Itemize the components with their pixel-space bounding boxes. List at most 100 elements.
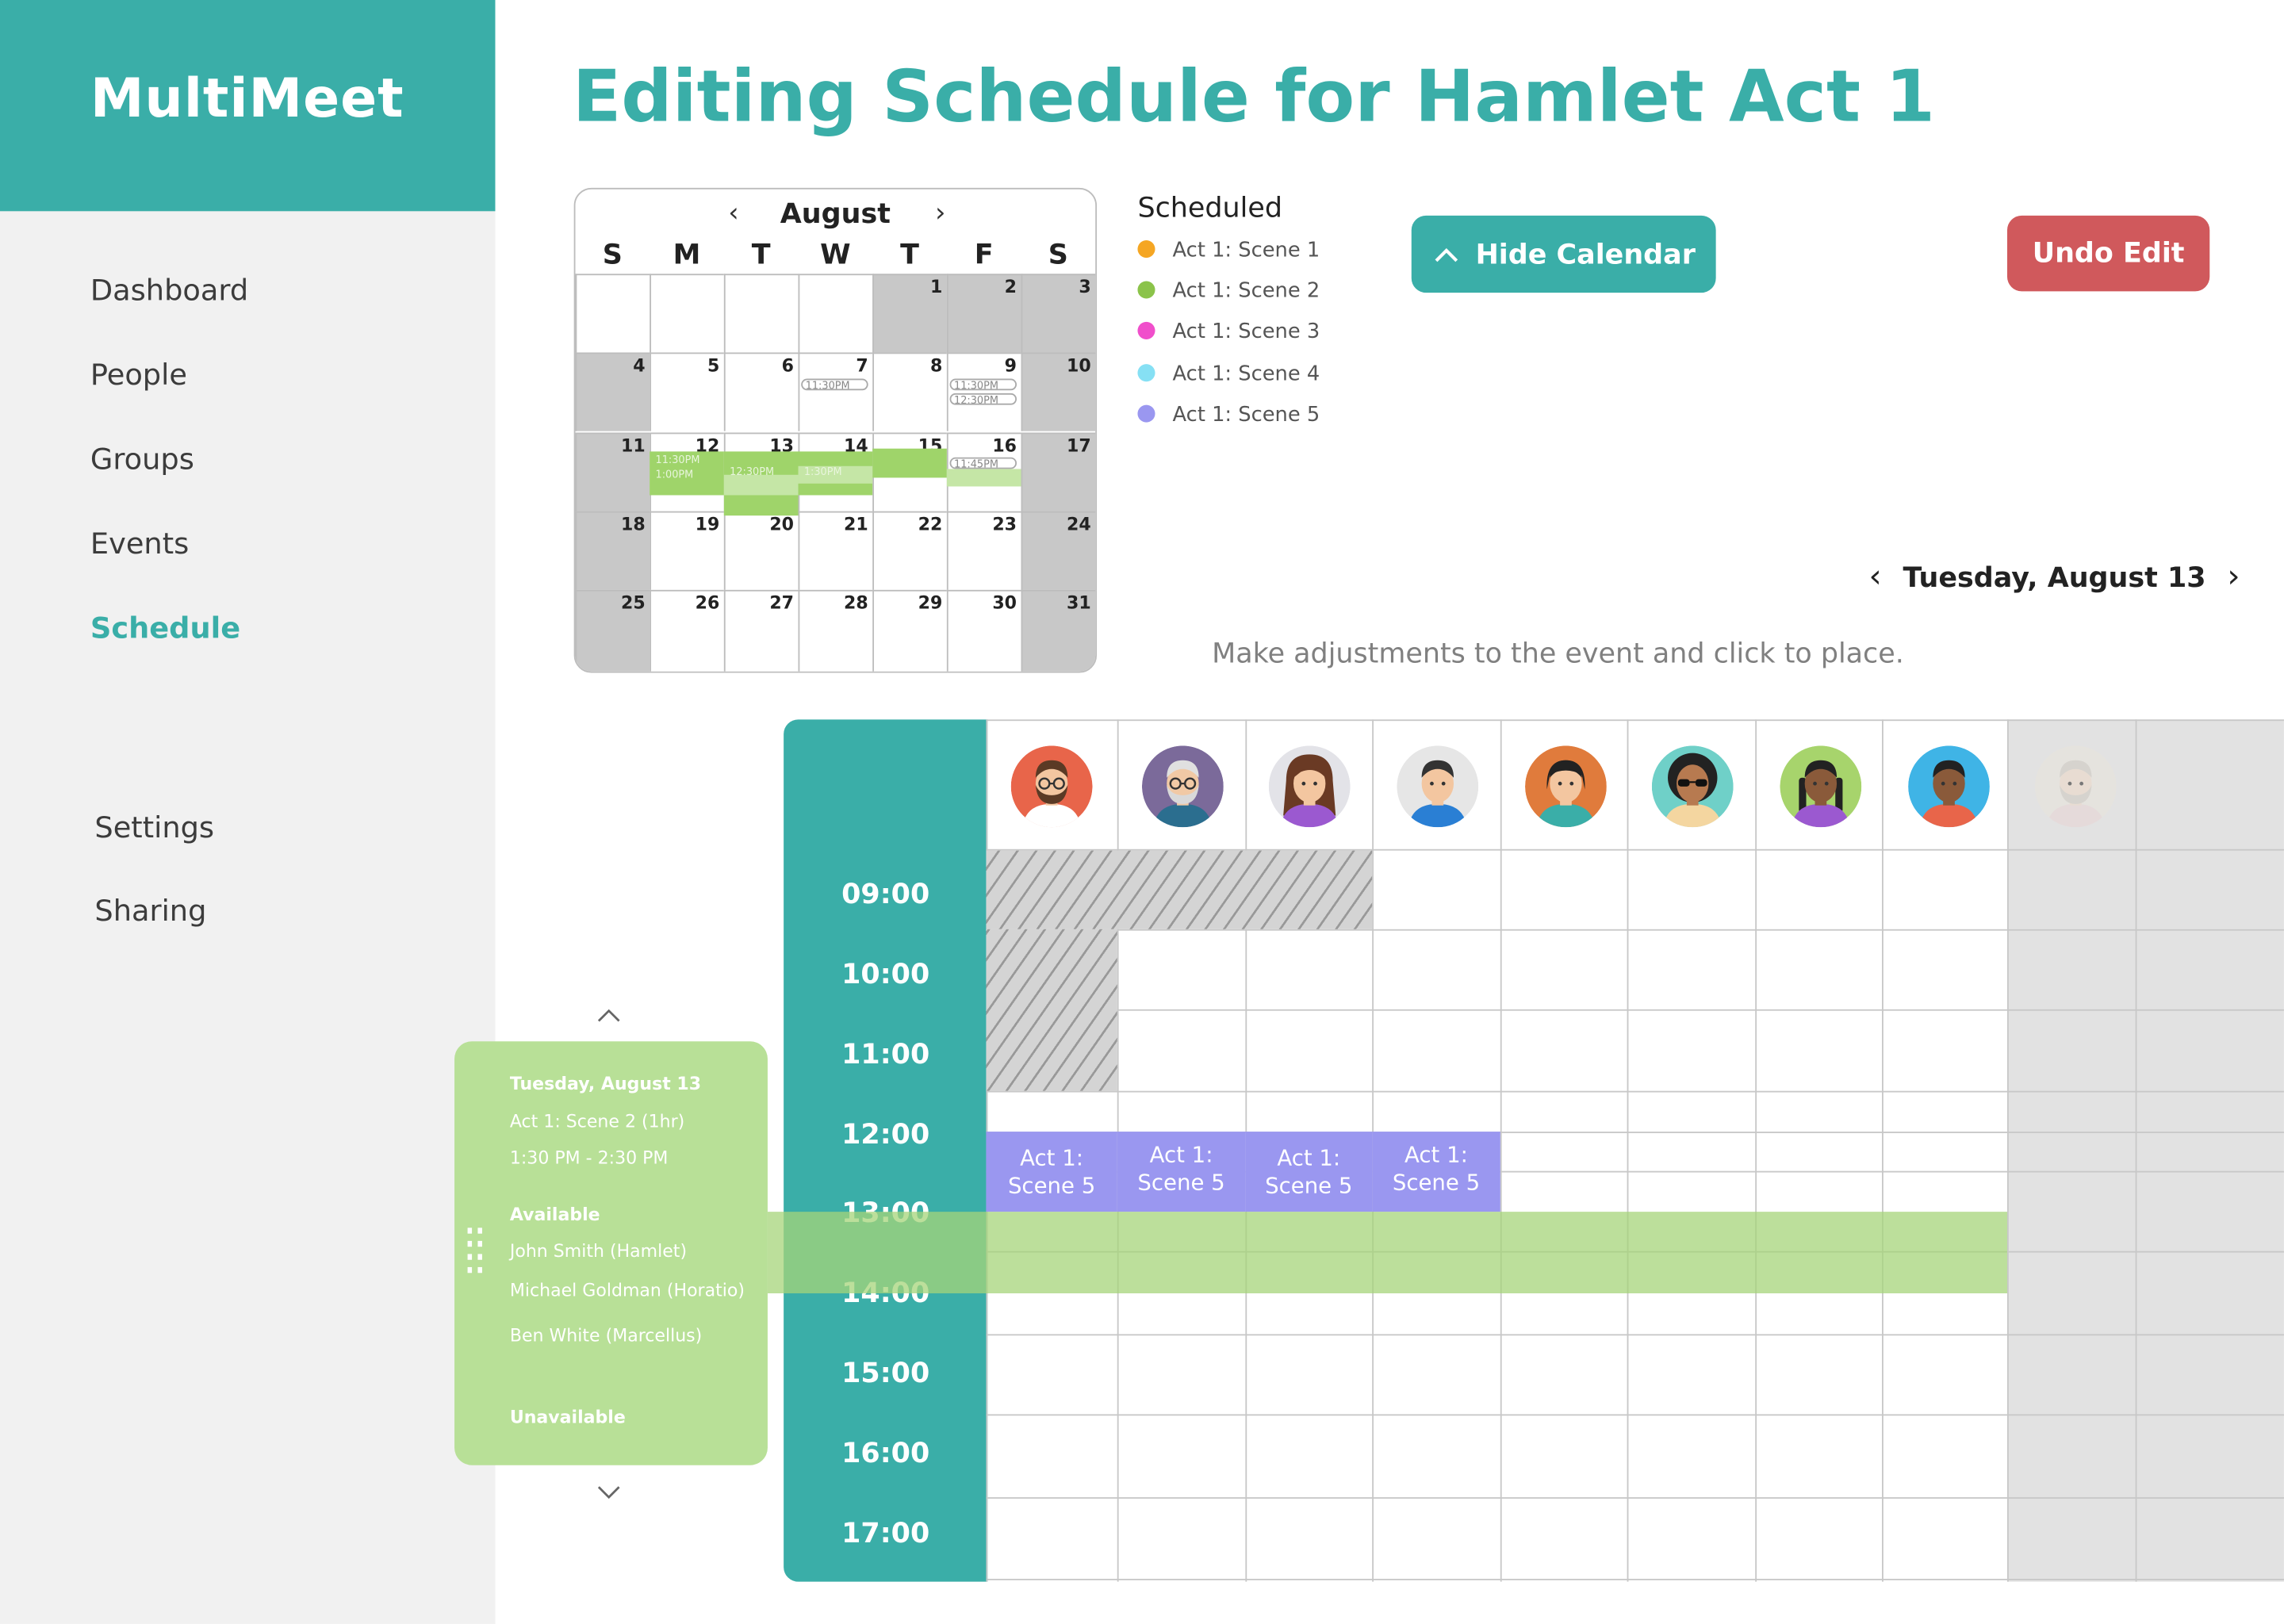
- avatar-person-4[interactable]: [1397, 745, 1479, 828]
- calendar-day-31[interactable]: 31: [1021, 589, 1096, 672]
- event-popup-card[interactable]: Tuesday, August 13 Act 1: Scene 2 (1hr) …: [454, 1041, 768, 1465]
- calendar-event-chip[interactable]: 12:30PM: [949, 393, 1017, 405]
- avatar-person-8[interactable]: [1908, 745, 1990, 828]
- calendar-day-5[interactable]: 5: [650, 352, 724, 431]
- calendar-day-6[interactable]: 6: [723, 352, 799, 431]
- calendar-day-8[interactable]: 8: [872, 352, 947, 431]
- calendar-day-number: 18: [620, 514, 646, 535]
- instruction-text: Make adjustments to the event and click …: [1212, 638, 1904, 670]
- avatar-person-3[interactable]: [1268, 745, 1351, 828]
- grid-row-line: [986, 1009, 2284, 1011]
- calendar-day-number: 16: [992, 435, 1017, 456]
- scene-5-block[interactable]: Act 1: Scene 5: [1245, 1132, 1373, 1212]
- popup-date: Tuesday, August 13: [509, 1073, 702, 1094]
- sidebar: [0, 0, 496, 1624]
- calendar-day-28[interactable]: 28: [798, 589, 873, 672]
- next-day-icon[interactable]: ›: [2227, 559, 2240, 596]
- calendar-day-4[interactable]: 4: [575, 352, 650, 431]
- calendar-day-number: 3: [1079, 276, 1091, 297]
- calendar-event-chip[interactable]: 1:00PM: [653, 469, 719, 481]
- hide-calendar-button[interactable]: Hide Calendar: [1411, 215, 1716, 293]
- calendar-day-number: 9: [1004, 355, 1017, 376]
- nav-dashboard[interactable]: Dashboard: [90, 272, 248, 307]
- scene-5-block[interactable]: Act 1: Scene 5: [1372, 1132, 1500, 1212]
- avatar-person-1[interactable]: [1010, 745, 1093, 828]
- calendar-event-chip[interactable]: 11:30PM: [949, 378, 1017, 391]
- nav-people[interactable]: People: [90, 357, 187, 392]
- calendar-day-7[interactable]: 7: [798, 352, 873, 431]
- calendar-scheduled-bar: [723, 474, 799, 496]
- legend-color-dot: [1137, 364, 1155, 382]
- calendar-day-3[interactable]: 3: [1021, 274, 1096, 353]
- calendar-day-29[interactable]: 29: [872, 589, 947, 672]
- nav-events[interactable]: Events: [90, 526, 189, 561]
- nav-schedule[interactable]: Schedule: [90, 611, 240, 645]
- grid-row-line: [986, 1414, 2284, 1416]
- calendar-day-24[interactable]: 24: [1021, 511, 1096, 590]
- calendar-scheduled-bar: [946, 469, 1021, 487]
- calendar-event-chip[interactable]: 11:30PM: [653, 454, 719, 466]
- calendar-day-number: 10: [1067, 355, 1091, 376]
- avatar-person-2[interactable]: [1141, 745, 1224, 828]
- calendar-scheduled-bar: [872, 448, 947, 478]
- calendar-empty-cell: [575, 274, 650, 353]
- brand-logo[interactable]: MultiMeet: [0, 0, 496, 212]
- scroll-down-chevron-icon[interactable]: [594, 1483, 623, 1503]
- calendar-day-26[interactable]: 26: [650, 589, 724, 672]
- calendar-day-9[interactable]: 9: [946, 352, 1021, 431]
- avatar-person-5[interactable]: [1525, 745, 1607, 828]
- legend-heading: Scheduled: [1137, 192, 1282, 224]
- legend-color-dot: [1137, 240, 1155, 259]
- calendar-day-21[interactable]: 21: [798, 511, 873, 590]
- avatar-person-9[interactable]: [2034, 745, 2117, 828]
- avatar-person-7[interactable]: [1780, 745, 1862, 828]
- scene-2-placement-band[interactable]: [767, 1212, 2007, 1293]
- calendar-day-22[interactable]: 22: [872, 511, 947, 590]
- popup-available-person: Ben White (Marcellus): [509, 1325, 703, 1346]
- prev-day-icon[interactable]: ‹: [1868, 559, 1881, 596]
- calendar-day-number: 21: [843, 514, 868, 535]
- calendar-day-10[interactable]: 10: [1021, 352, 1096, 431]
- calendar-day-25[interactable]: 25: [575, 589, 650, 672]
- mini-calendar: ‹ August › SMTWTFS 1 2 3 4 5 6 7 8 9 10 11 12 13 14 15…: [573, 187, 1098, 673]
- drag-handle-icon[interactable]: [466, 1227, 484, 1276]
- calendar-day-17[interactable]: 17: [1021, 432, 1096, 511]
- calendar-month: August: [780, 197, 891, 231]
- calendar-event-chip[interactable]: 12:30PM: [727, 466, 794, 478]
- undo-edit-button[interactable]: Undo Edit: [2006, 215, 2210, 292]
- weekday-header: M: [673, 239, 701, 271]
- unavailable-block: [986, 850, 1373, 929]
- calendar-day-number: 6: [781, 355, 795, 376]
- nav-sharing[interactable]: Sharing: [94, 893, 206, 928]
- calendar-day-30[interactable]: 30: [946, 589, 1021, 672]
- calendar-event-chip[interactable]: 1:30PM: [801, 466, 868, 478]
- calendar-event-chip[interactable]: 11:30PM: [801, 378, 868, 391]
- calendar-day-number: 26: [695, 592, 720, 614]
- calendar-event-chip[interactable]: 11:45PM: [949, 457, 1017, 469]
- legend-label: Act 1: Scene 2: [1172, 279, 1320, 304]
- scroll-up-chevron-icon[interactable]: [594, 1005, 623, 1025]
- calendar-day-2[interactable]: 2: [946, 274, 1021, 353]
- calendar-empty-cell: [723, 274, 799, 353]
- calendar-day-23[interactable]: 23: [946, 511, 1021, 590]
- calendar-day-11[interactable]: 11: [575, 432, 650, 511]
- calendar-day-20[interactable]: 20: [723, 511, 799, 590]
- calendar-day-number: 7: [856, 355, 868, 376]
- calendar-day-number: 20: [769, 514, 795, 535]
- nav-settings[interactable]: Settings: [94, 810, 214, 845]
- calendar-day-number: 2: [1004, 276, 1017, 297]
- legend-color-dot: [1137, 321, 1155, 339]
- calendar-day-number: 5: [707, 355, 720, 376]
- nav-groups[interactable]: Groups: [90, 442, 194, 477]
- chevron-up-icon: [1435, 247, 1458, 262]
- calendar-day-19[interactable]: 19: [650, 511, 724, 590]
- calendar-day-1[interactable]: 1: [872, 274, 947, 353]
- brand-name: MultiMeet: [90, 67, 404, 130]
- calendar-day-27[interactable]: 27: [723, 589, 799, 672]
- avatar-person-6[interactable]: [1651, 745, 1734, 828]
- date-navigator: ‹ Tuesday, August 13 ›: [1868, 559, 2240, 596]
- calendar-day-18[interactable]: 18: [575, 511, 650, 590]
- calendar-next-month-icon[interactable]: ›: [935, 198, 945, 229]
- scene-5-block[interactable]: Act 1: Scene 5: [1117, 1132, 1246, 1212]
- scene-5-block[interactable]: Act 1: Scene 5: [986, 1132, 1117, 1212]
